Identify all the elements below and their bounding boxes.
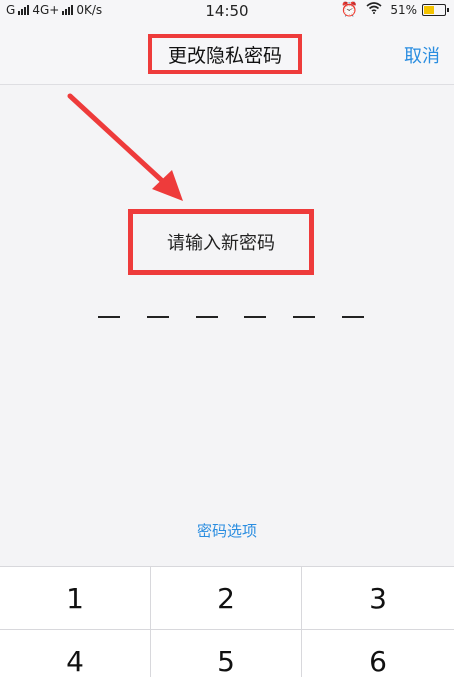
pin-dash — [98, 316, 120, 318]
new-password-prompt: 请输入新密码 — [128, 209, 314, 275]
key-5[interactable]: 5 — [151, 630, 302, 677]
key-3[interactable]: 3 — [302, 567, 454, 630]
password-options-link[interactable]: 密码选项 — [0, 520, 454, 541]
key-1[interactable]: 1 — [0, 567, 151, 630]
pin-dash — [342, 316, 364, 318]
pin-indicator — [98, 316, 368, 322]
pin-dash — [147, 316, 169, 318]
key-2[interactable]: 2 — [151, 567, 302, 630]
pin-dash — [293, 316, 315, 318]
key-6[interactable]: 6 — [302, 630, 454, 677]
key-4[interactable]: 4 — [0, 630, 151, 677]
pin-dash — [244, 316, 266, 318]
pin-dash — [196, 316, 218, 318]
numeric-keypad: 1 2 3 4 5 6 — [0, 566, 454, 677]
screen: G 4G+ 0K/s 14:50 ⏰ 51% 更改隐私密码 取消 请输入新密码 … — [0, 0, 454, 677]
